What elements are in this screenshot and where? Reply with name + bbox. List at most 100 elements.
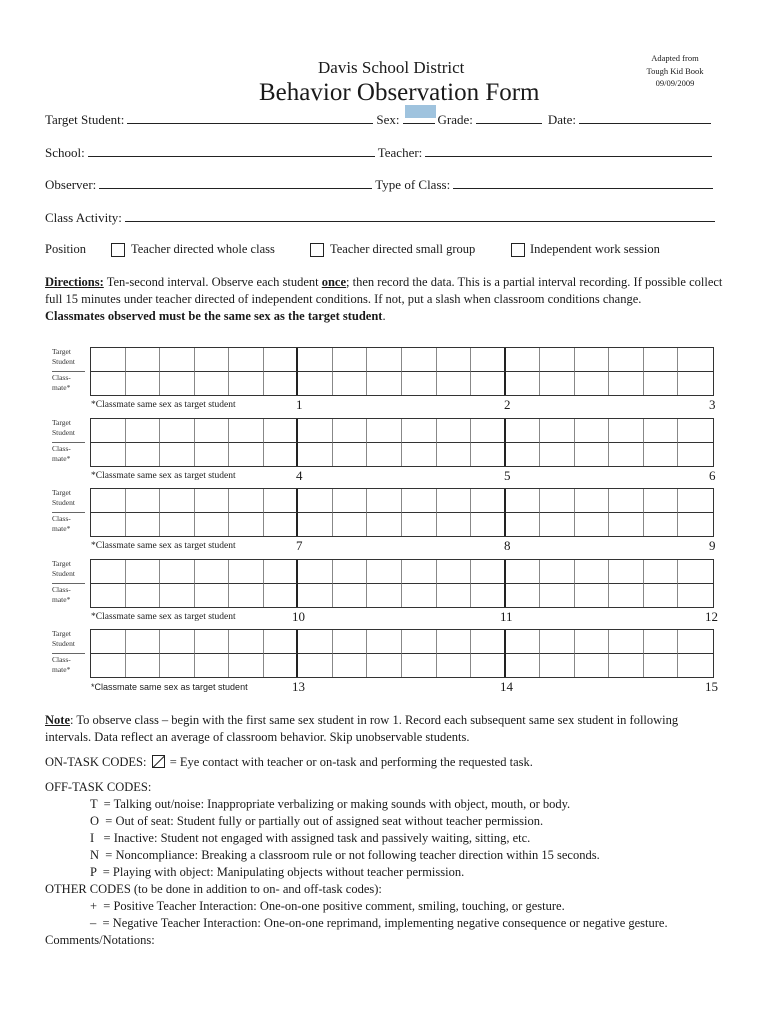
classmate-interval-cell[interactable] (678, 372, 713, 396)
checkbox-independent-work[interactable] (511, 243, 525, 257)
target-student-interval-cell[interactable] (91, 489, 126, 513)
target-student-interval-cell[interactable] (643, 348, 679, 372)
target-student-interval-cell[interactable] (678, 630, 713, 654)
classmate-interval-cell[interactable] (195, 653, 230, 677)
target-student-interval-cell[interactable] (125, 630, 161, 654)
classmate-interval-cell[interactable] (678, 513, 713, 537)
classmate-interval-cell[interactable] (367, 653, 402, 677)
target-student-interval-cell[interactable] (298, 348, 333, 372)
classmate-interval-cell[interactable] (160, 653, 195, 677)
target-student-interval-cell[interactable] (574, 348, 610, 372)
target-student-interval-cell[interactable] (229, 630, 264, 654)
target-student-interval-cell[interactable] (471, 348, 506, 372)
classmate-interval-cell[interactable] (160, 371, 195, 395)
classmate-interval-cell[interactable] (540, 371, 575, 395)
target-student-interval-cell[interactable] (298, 560, 333, 584)
classmate-interval-cell[interactable] (471, 371, 506, 395)
target-student-interval-cell[interactable] (402, 560, 437, 584)
classmate-interval-cell[interactable] (126, 442, 161, 466)
classmate-interval-cell[interactable] (575, 653, 610, 677)
classmate-interval-cell[interactable] (298, 371, 333, 395)
target-student-interval-cell[interactable] (471, 630, 506, 654)
classmate-interval-cell[interactable] (160, 442, 195, 466)
target-student-interval-cell[interactable] (436, 560, 472, 584)
target-student-interval-cell[interactable] (367, 560, 402, 584)
classmate-interval-cell[interactable] (437, 442, 472, 466)
classmate-interval-cell[interactable] (437, 583, 472, 607)
target-student-field[interactable] (127, 112, 374, 124)
target-student-interval-cell[interactable] (678, 489, 713, 513)
classmate-interval-cell[interactable] (91, 583, 126, 607)
classmate-interval-cell[interactable] (540, 583, 575, 607)
classmate-interval-cell[interactable] (333, 653, 368, 677)
target-student-interval-cell[interactable] (609, 348, 644, 372)
classmate-interval-cell[interactable] (678, 654, 713, 678)
target-student-interval-cell[interactable] (367, 630, 402, 654)
target-student-interval-cell[interactable] (332, 630, 368, 654)
target-student-interval-cell[interactable] (574, 419, 610, 443)
classmate-interval-cell[interactable] (402, 653, 437, 677)
classmate-interval-cell[interactable] (506, 512, 541, 536)
classmate-interval-cell[interactable] (609, 512, 644, 536)
classmate-interval-cell[interactable] (471, 512, 506, 536)
target-student-interval-cell[interactable] (91, 630, 126, 654)
target-student-interval-cell[interactable] (402, 419, 437, 443)
classmate-interval-cell[interactable] (644, 442, 679, 466)
classmate-interval-cell[interactable] (229, 371, 264, 395)
target-student-interval-cell[interactable] (609, 489, 644, 513)
classmate-interval-cell[interactable] (437, 512, 472, 536)
classmate-interval-cell[interactable] (540, 512, 575, 536)
classmate-interval-cell[interactable] (298, 512, 333, 536)
target-student-interval-cell[interactable] (678, 348, 713, 372)
target-student-interval-cell[interactable] (194, 419, 230, 443)
target-student-interval-cell[interactable] (160, 489, 195, 513)
target-student-interval-cell[interactable] (609, 560, 644, 584)
classmate-interval-cell[interactable] (506, 442, 541, 466)
target-student-interval-cell[interactable] (540, 489, 575, 513)
target-student-interval-cell[interactable] (160, 560, 195, 584)
classmate-interval-cell[interactable] (333, 371, 368, 395)
target-student-interval-cell[interactable] (436, 630, 472, 654)
target-student-interval-cell[interactable] (332, 489, 368, 513)
target-student-interval-cell[interactable] (678, 419, 713, 443)
classmate-interval-cell[interactable] (264, 583, 299, 607)
target-student-interval-cell[interactable] (263, 489, 299, 513)
target-student-interval-cell[interactable] (125, 348, 161, 372)
classmate-interval-cell[interactable] (471, 653, 506, 677)
target-student-interval-cell[interactable] (402, 348, 437, 372)
classmate-interval-cell[interactable] (402, 371, 437, 395)
classmate-interval-cell[interactable] (229, 442, 264, 466)
target-student-interval-cell[interactable] (229, 419, 264, 443)
target-student-interval-cell[interactable] (91, 348, 126, 372)
classmate-interval-cell[interactable] (126, 371, 161, 395)
classmate-interval-cell[interactable] (195, 512, 230, 536)
classmate-interval-cell[interactable] (126, 583, 161, 607)
target-student-interval-cell[interactable] (194, 348, 230, 372)
classmate-interval-cell[interactable] (609, 653, 644, 677)
target-student-interval-cell[interactable] (540, 560, 575, 584)
classmate-interval-cell[interactable] (471, 442, 506, 466)
target-student-interval-cell[interactable] (436, 489, 472, 513)
target-student-interval-cell[interactable] (160, 419, 195, 443)
classmate-interval-cell[interactable] (402, 583, 437, 607)
target-student-interval-cell[interactable] (263, 348, 299, 372)
classmate-interval-cell[interactable] (333, 442, 368, 466)
target-student-interval-cell[interactable] (298, 630, 333, 654)
type-of-class-field[interactable] (453, 177, 714, 189)
target-student-interval-cell[interactable] (574, 630, 610, 654)
target-student-interval-cell[interactable] (643, 489, 679, 513)
target-student-interval-cell[interactable] (436, 419, 472, 443)
target-student-interval-cell[interactable] (643, 630, 679, 654)
classmate-interval-cell[interactable] (160, 583, 195, 607)
classmate-interval-cell[interactable] (229, 583, 264, 607)
classmate-interval-cell[interactable] (367, 512, 402, 536)
classmate-interval-cell[interactable] (644, 653, 679, 677)
target-student-interval-cell[interactable] (332, 348, 368, 372)
target-student-interval-cell[interactable] (160, 348, 195, 372)
classmate-interval-cell[interactable] (506, 653, 541, 677)
classmate-interval-cell[interactable] (678, 443, 713, 467)
target-student-interval-cell[interactable] (540, 630, 575, 654)
target-student-interval-cell[interactable] (609, 630, 644, 654)
target-student-interval-cell[interactable] (125, 419, 161, 443)
target-student-interval-cell[interactable] (263, 560, 299, 584)
